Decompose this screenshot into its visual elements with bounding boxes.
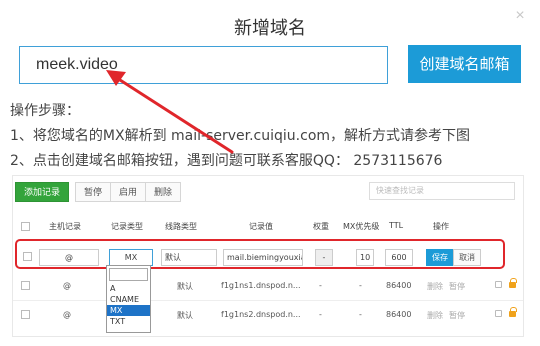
- row-weight: -: [319, 310, 322, 319]
- record-value-field[interactable]: mail.biemingyouxian: [223, 249, 303, 266]
- header-type: 记录类型: [111, 222, 143, 231]
- cancel-button[interactable]: 取消: [453, 249, 481, 266]
- row-delete-link[interactable]: 删除: [427, 281, 443, 292]
- edit-icon[interactable]: [495, 281, 502, 288]
- save-button[interactable]: 保存: [426, 249, 454, 266]
- select-all-checkbox[interactable]: [21, 222, 30, 231]
- edit-record-row: @ MX 默认 mail.biemingyouxian - 10 600 保存 …: [15, 239, 505, 269]
- edit-icon[interactable]: [495, 310, 502, 317]
- header-line: 线路类型: [165, 222, 197, 231]
- instructions: 操作步骤： 1、将您域名的MX解析到 mail-server.cuiqiu.co…: [10, 99, 470, 174]
- dns-record-example-screenshot: 添加记录 暂停 启用 删除 快速查找记录 主机记录 记录类型 线路类型 记录值 …: [12, 175, 524, 337]
- row-checkbox[interactable]: [21, 281, 30, 290]
- mx-priority-field[interactable]: 10: [356, 249, 374, 266]
- table-row: @ 默认 f1g1ns1.dnspod.n... - - 86400 删除 暂停: [13, 271, 523, 301]
- pause-button[interactable]: 暂停: [75, 182, 112, 202]
- weight-field: -: [315, 249, 333, 266]
- row-line: 默认: [177, 282, 193, 291]
- host-field[interactable]: @: [39, 249, 99, 266]
- domain-input[interactable]: [19, 46, 388, 84]
- row-weight: -: [319, 281, 322, 290]
- row-delete-link[interactable]: 删除: [427, 310, 443, 321]
- row-mx: -: [359, 281, 362, 290]
- row-host: @: [63, 310, 71, 319]
- enable-button[interactable]: 启用: [110, 182, 147, 202]
- row-pause-link[interactable]: 暂停: [449, 310, 465, 321]
- row-mx: -: [359, 310, 362, 319]
- table-row: @ 默认 f1g1ns2.dnspod.n... - - 86400 删除 暂停: [13, 300, 523, 330]
- row-host: @: [63, 281, 71, 290]
- step-2: 2、点击创建域名邮箱按钮，遇到问题可联系客服QQ： 2573115676: [10, 153, 443, 169]
- dropdown-search-input[interactable]: [109, 268, 148, 281]
- header-actions: 操作: [433, 222, 449, 231]
- row-value: f1g1ns1.dnspod.n...: [221, 281, 301, 290]
- close-icon[interactable]: ×: [512, 8, 528, 24]
- delete-button[interactable]: 删除: [145, 182, 182, 202]
- lock-icon[interactable]: [509, 278, 517, 288]
- header-host: 主机记录: [49, 222, 81, 231]
- header-mx-priority: MX优先级: [343, 222, 380, 231]
- quick-search-input[interactable]: 快速查找记录: [369, 182, 515, 200]
- ttl-field[interactable]: 600: [385, 249, 413, 266]
- header-ttl: TTL: [389, 221, 404, 230]
- line-type-select[interactable]: 默认: [161, 249, 217, 266]
- dialog-title: 新增域名: [234, 18, 306, 38]
- record-type-dropdown: A CNAME MX TXT: [106, 265, 151, 333]
- dropdown-option-mx[interactable]: MX: [107, 305, 150, 316]
- header-value: 记录值: [249, 222, 273, 231]
- row-pause-link[interactable]: 暂停: [449, 281, 465, 292]
- new-domain-dialog: 新增域名 × 创建域名邮箱 操作步骤： 1、将您域名的MX解析到 mail-se…: [0, 0, 540, 346]
- header-weight: 权重: [313, 222, 329, 231]
- table-header: 主机记录 记录类型 线路类型 记录值 权重 MX优先级 TTL 操作: [13, 218, 523, 236]
- record-type-select[interactable]: MX: [109, 249, 153, 266]
- dropdown-option-a[interactable]: A: [107, 283, 150, 294]
- steps-heading: 操作步骤：: [10, 103, 80, 119]
- row-line: 默认: [177, 311, 193, 320]
- row-checkbox[interactable]: [21, 310, 30, 319]
- dropdown-option-cname[interactable]: CNAME: [107, 294, 150, 305]
- row-checkbox[interactable]: [23, 252, 32, 261]
- lock-icon[interactable]: [509, 307, 517, 317]
- step-1: 1、将您域名的MX解析到 mail-server.cuiqiu.com，解析方式…: [10, 128, 471, 144]
- row-value: f1g1ns2.dnspod.n...: [221, 310, 301, 319]
- add-record-button[interactable]: 添加记录: [15, 182, 70, 202]
- record-toolbar: 添加记录 暂停 启用 删除: [15, 182, 182, 204]
- dropdown-option-txt[interactable]: TXT: [107, 316, 150, 327]
- row-ttl: 86400: [386, 310, 412, 319]
- create-domain-mailbox-button[interactable]: 创建域名邮箱: [408, 45, 521, 83]
- row-ttl: 86400: [386, 281, 412, 290]
